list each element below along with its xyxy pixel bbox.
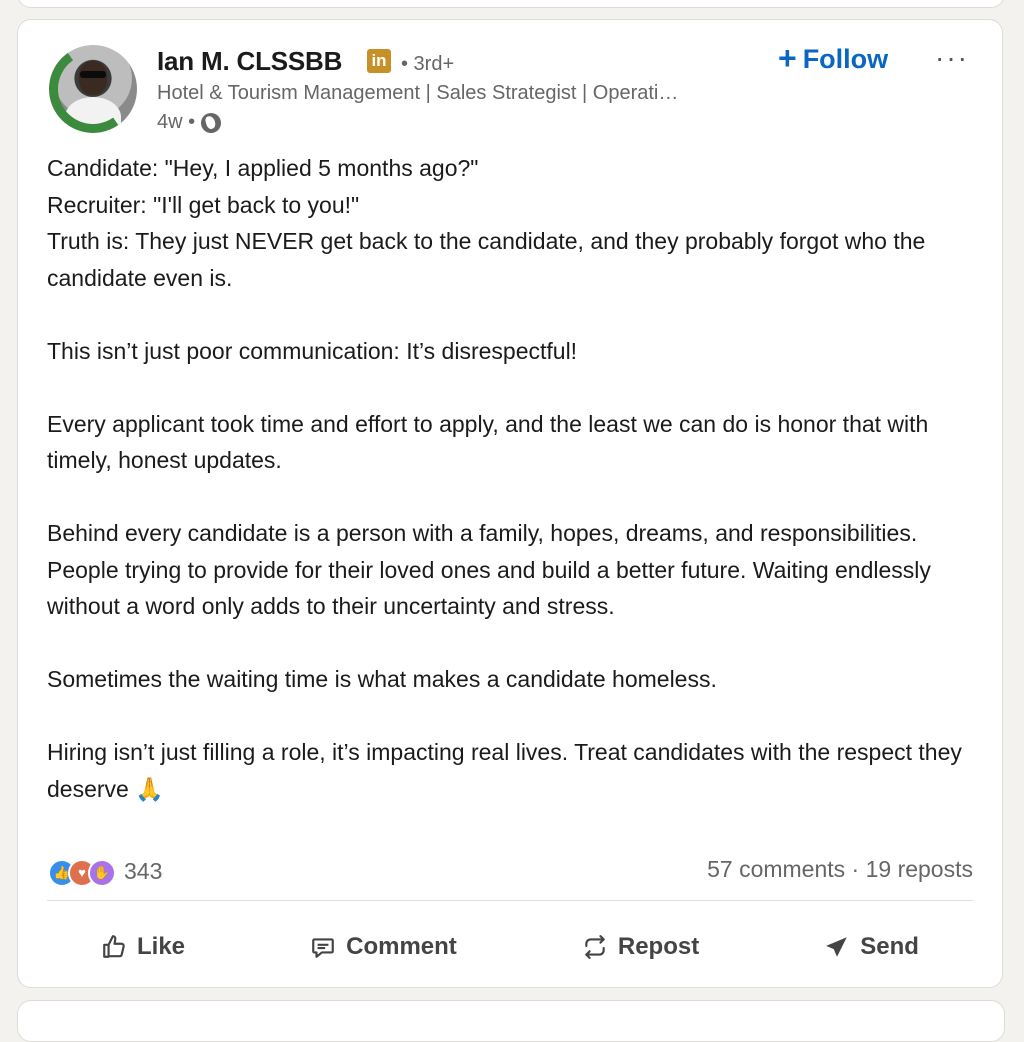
post-time: 4w •	[157, 111, 196, 133]
support-icon: ✋	[88, 858, 116, 887]
like-button[interactable]: Like	[47, 933, 239, 961]
repost-label: Repost	[617, 933, 700, 960]
next-post-card	[17, 1000, 1005, 1042]
repost-button[interactable]: Repost	[528, 933, 753, 961]
post-actions: Like Comment Repost Send	[47, 925, 973, 969]
reaction-count: 343	[124, 858, 163, 884]
plus-icon: +	[778, 39, 797, 76]
thumbs-up-icon	[103, 935, 125, 958]
post-paragraph: Sometimes the waiting time is what makes…	[47, 666, 717, 692]
comment-label: Comment	[346, 933, 457, 960]
author-avatar[interactable]	[49, 45, 137, 133]
post-paragraph: Behind every candidate is a person with …	[47, 520, 931, 619]
reactions-summary[interactable]: 👍 ♥ ✋ 343	[48, 858, 163, 887]
author-headline: Hotel & Tourism Management | Sales Strat…	[157, 82, 679, 104]
post-paragraph: Every applicant took time and effort to …	[47, 410, 929, 474]
post-line: Recruiter: "I'll get back to you!"	[47, 191, 360, 218]
linkedin-premium-icon: in	[367, 49, 391, 73]
post-line: Truth is: They just NEVER get back to th…	[47, 228, 926, 291]
post-body: Candidate: "Hey, I applied 5 months ago?…	[47, 150, 977, 807]
previous-post-card	[17, 0, 1005, 8]
post-meta: 4w •	[157, 111, 222, 134]
send-icon	[826, 937, 848, 957]
comment-button[interactable]: Comment	[256, 933, 511, 961]
send-button[interactable]: Send	[770, 933, 973, 961]
repost-icon	[585, 935, 605, 959]
more-options-icon[interactable]: ···	[935, 42, 969, 74]
comments-reposts-count[interactable]: 57 comments · 19 reposts	[707, 856, 973, 883]
feed-post-card: Ian M. CLSSBB in • 3rd+ Hotel & Tourism …	[17, 19, 1003, 988]
divider	[47, 900, 973, 901]
author-name[interactable]: Ian M. CLSSBB	[157, 46, 342, 77]
like-label: Like	[137, 933, 186, 960]
post-paragraph: Hiring isn’t just filling a role, it’s i…	[47, 739, 962, 802]
follow-label: Follow	[802, 43, 889, 74]
globe-icon	[201, 112, 222, 133]
send-label: Send	[860, 933, 919, 960]
post-paragraph: This isn’t just poor communication: It’s…	[47, 337, 578, 364]
connection-degree: • 3rd+	[401, 53, 455, 75]
reaction-icons: 👍 ♥ ✋	[48, 858, 118, 887]
follow-button[interactable]: + Follow	[778, 41, 888, 77]
post-line: Candidate: "Hey, I applied 5 months ago?…	[47, 155, 479, 181]
open-to-work-ring	[49, 45, 137, 133]
comment-icon	[312, 938, 334, 958]
